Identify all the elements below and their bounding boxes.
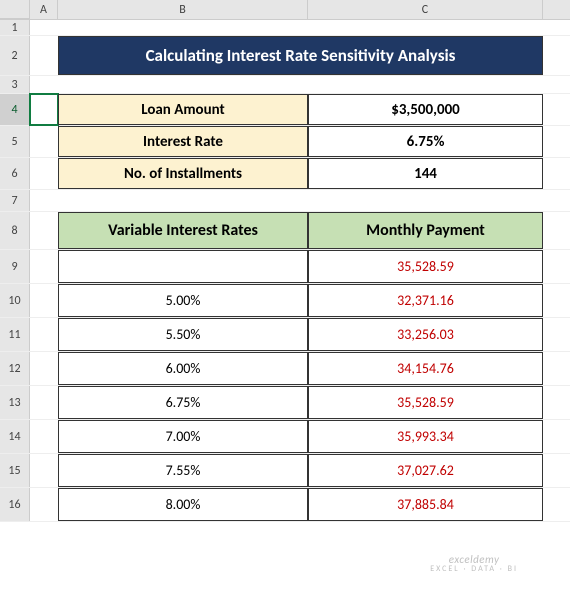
table-row-rate[interactable]: 6.00% bbox=[58, 352, 308, 385]
select-all-corner[interactable] bbox=[0, 0, 30, 19]
spreadsheet-grid: A B C 1 2 Calculating Interest Rate Sens… bbox=[0, 0, 570, 522]
row-header-2[interactable]: 2 bbox=[0, 36, 30, 75]
table-row-payment[interactable]: 34,154.76 bbox=[308, 352, 543, 385]
table-row-rate[interactable]: 8.00% bbox=[58, 488, 308, 521]
row-13: 13 6.75% 35,528.59 bbox=[0, 386, 570, 420]
row-16: 16 8.00% 37,885.84 bbox=[0, 488, 570, 522]
cell-C7[interactable] bbox=[308, 190, 543, 211]
row-header-14[interactable]: 14 bbox=[0, 420, 30, 453]
row-10: 10 5.00% 32,371.16 bbox=[0, 284, 570, 318]
row-header-8[interactable]: 8 bbox=[0, 212, 30, 249]
col-header-A[interactable]: A bbox=[30, 0, 58, 19]
col-header-B[interactable]: B bbox=[58, 0, 308, 19]
row-15: 15 7.55% 37,027.62 bbox=[0, 454, 570, 488]
row-12: 12 6.00% 34,154.76 bbox=[0, 352, 570, 386]
row-header-4[interactable]: 4 bbox=[0, 94, 30, 125]
cell-C3[interactable] bbox=[308, 76, 543, 93]
cell-A4-active[interactable] bbox=[30, 94, 58, 125]
cell-A5[interactable] bbox=[30, 126, 58, 157]
loan-amount-value[interactable]: $3,500,000 bbox=[308, 94, 543, 125]
row-1: 1 bbox=[0, 20, 570, 36]
cell-A11[interactable] bbox=[30, 318, 58, 351]
watermark: exceldemy EXCEL · DATA · BI bbox=[430, 553, 518, 574]
cell-A13[interactable] bbox=[30, 386, 58, 419]
cell-A14[interactable] bbox=[30, 420, 58, 453]
cell-B7[interactable] bbox=[58, 190, 308, 211]
row-header-10[interactable]: 10 bbox=[0, 284, 30, 317]
installments-value[interactable]: 144 bbox=[308, 158, 543, 189]
row-4: 4 Loan Amount $3,500,000 bbox=[0, 94, 570, 126]
row-3: 3 bbox=[0, 76, 570, 94]
cell-A1[interactable] bbox=[30, 20, 58, 35]
monthly-payment-header[interactable]: Monthly Payment bbox=[308, 212, 543, 249]
row-header-12[interactable]: 12 bbox=[0, 352, 30, 385]
table-row-rate[interactable]: 6.75% bbox=[58, 386, 308, 419]
table-row-rate[interactable]: 5.00% bbox=[58, 284, 308, 317]
cell-B3[interactable] bbox=[58, 76, 308, 93]
table-row-payment[interactable]: 33,256.03 bbox=[308, 318, 543, 351]
row-header-15[interactable]: 15 bbox=[0, 454, 30, 487]
table-row-payment[interactable]: 35,528.59 bbox=[308, 250, 543, 283]
row-header-9[interactable]: 9 bbox=[0, 250, 30, 283]
col-header-C[interactable]: C bbox=[308, 0, 543, 19]
row-header-1[interactable]: 1 bbox=[0, 20, 30, 35]
loan-amount-label[interactable]: Loan Amount bbox=[58, 94, 308, 125]
cell-A15[interactable] bbox=[30, 454, 58, 487]
interest-rate-value[interactable]: 6.75% bbox=[308, 126, 543, 157]
row-header-11[interactable]: 11 bbox=[0, 318, 30, 351]
cell-A12[interactable] bbox=[30, 352, 58, 385]
table-row-rate[interactable]: 5.50% bbox=[58, 318, 308, 351]
table-row-payment[interactable]: 35,528.59 bbox=[308, 386, 543, 419]
row-header-13[interactable]: 13 bbox=[0, 386, 30, 419]
cell-A8[interactable] bbox=[30, 212, 58, 249]
row-header-16[interactable]: 16 bbox=[0, 488, 30, 521]
cell-A7[interactable] bbox=[30, 190, 58, 211]
table-row-rate[interactable] bbox=[58, 250, 308, 283]
row-6: 6 No. of Installments 144 bbox=[0, 158, 570, 190]
table-row-payment[interactable]: 35,993.34 bbox=[308, 420, 543, 453]
cell-B1[interactable] bbox=[58, 20, 308, 35]
title-cell[interactable]: Calculating Interest Rate Sensitivity An… bbox=[58, 36, 543, 75]
cell-A2[interactable] bbox=[30, 36, 58, 75]
row-7: 7 bbox=[0, 190, 570, 212]
watermark-sub: EXCEL · DATA · BI bbox=[430, 564, 518, 574]
cell-A6[interactable] bbox=[30, 158, 58, 189]
installments-label[interactable]: No. of Installments bbox=[58, 158, 308, 189]
interest-rate-label[interactable]: Interest Rate bbox=[58, 126, 308, 157]
row-14: 14 7.00% 35,993.34 bbox=[0, 420, 570, 454]
table-row-rate[interactable]: 7.00% bbox=[58, 420, 308, 453]
row-header-3[interactable]: 3 bbox=[0, 76, 30, 93]
cell-A16[interactable] bbox=[30, 488, 58, 521]
table-row-payment[interactable]: 37,027.62 bbox=[308, 454, 543, 487]
row-9: 9 35,528.59 bbox=[0, 250, 570, 284]
variable-rates-header[interactable]: Variable Interest Rates bbox=[58, 212, 308, 249]
row-11: 11 5.50% 33,256.03 bbox=[0, 318, 570, 352]
table-row-rate[interactable]: 7.55% bbox=[58, 454, 308, 487]
row-5: 5 Interest Rate 6.75% bbox=[0, 126, 570, 158]
column-headers: A B C bbox=[0, 0, 570, 20]
cell-A9[interactable] bbox=[30, 250, 58, 283]
row-header-7[interactable]: 7 bbox=[0, 190, 30, 211]
cell-A10[interactable] bbox=[30, 284, 58, 317]
row-header-6[interactable]: 6 bbox=[0, 158, 30, 189]
row-header-5[interactable]: 5 bbox=[0, 126, 30, 157]
row-2: 2 Calculating Interest Rate Sensitivity … bbox=[0, 36, 570, 76]
cell-A3[interactable] bbox=[30, 76, 58, 93]
table-row-payment[interactable]: 37,885.84 bbox=[308, 488, 543, 521]
table-row-payment[interactable]: 32,371.16 bbox=[308, 284, 543, 317]
cell-C1[interactable] bbox=[308, 20, 543, 35]
row-8: 8 Variable Interest Rates Monthly Paymen… bbox=[0, 212, 570, 250]
